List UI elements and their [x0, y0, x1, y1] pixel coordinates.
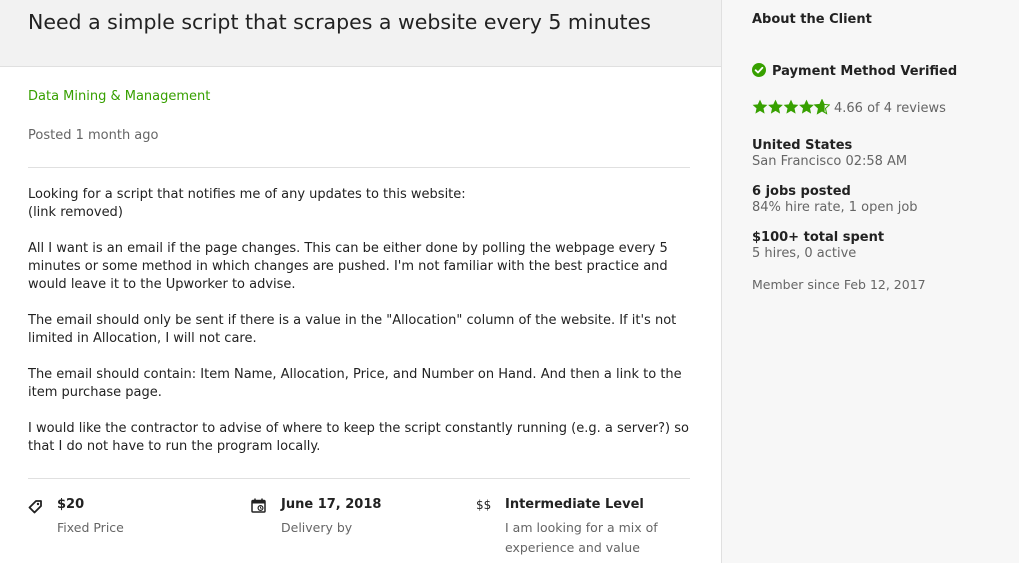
job-title: Need a simple script that scrapes a webs… [28, 10, 651, 34]
posted-date: Posted 1 month ago [28, 128, 159, 143]
title-bar: Need a simple script that scrapes a webs… [0, 0, 721, 67]
check-circle-icon [752, 62, 766, 81]
dollar-signs-icon: $$ [476, 498, 492, 512]
client-sidebar: About the Client Payment Method Verified [721, 0, 1019, 563]
payment-verified-label: Payment Method Verified [772, 64, 958, 79]
client-rating: 4.66 of 4 reviews [752, 97, 946, 119]
client-location: United States San Francisco 02:58 AM [752, 138, 907, 169]
client-country: United States [752, 138, 853, 153]
divider [28, 478, 690, 479]
delivery-date: June 17, 2018 [281, 497, 382, 512]
star-rating [752, 97, 831, 119]
rating-text: 4.66 of 4 reviews [834, 101, 946, 116]
client-jobs: 6 jobs posted 84% hire rate, 1 open job [752, 184, 918, 215]
divider [28, 167, 690, 168]
job-details-panel: Need a simple script that scrapes a webs… [0, 0, 721, 563]
price-tag-icon [28, 499, 42, 518]
total-spent: $100+ total spent [752, 230, 885, 245]
about-client-heading: About the Client [752, 12, 872, 27]
experience-level-description: I am looking for a mix of experience and… [505, 520, 658, 555]
star-half-icon [813, 97, 831, 115]
payment-verified: Payment Method Verified [752, 61, 957, 81]
experience-level: Intermediate Level [505, 497, 644, 512]
description-paragraph: I would like the contractor to advise of… [28, 421, 689, 454]
description-paragraph: All I want is an email if the page chang… [28, 241, 668, 292]
description-paragraph: Looking for a script that notifies me of… [28, 187, 466, 220]
delivery-label: Delivery by [281, 520, 353, 535]
hire-rate: 84% hire rate, 1 open job [752, 200, 918, 215]
star-icon [752, 99, 768, 114]
description-paragraph: The email should only be sent if there i… [28, 313, 677, 346]
star-icon [783, 99, 799, 114]
client-city-time: San Francisco 02:58 AM [752, 154, 908, 169]
star-icon [768, 99, 783, 114]
calendar-icon [251, 498, 266, 517]
member-since: Member since Feb 12, 2017 [752, 277, 926, 292]
hires-active: 5 hires, 0 active [752, 246, 857, 261]
description-paragraph: The email should contain: Item Name, All… [28, 367, 682, 400]
price-value: $20 [57, 497, 85, 512]
job-description: Looking for a script that notifies me of… [28, 186, 693, 456]
star-icon [799, 99, 814, 114]
price-label: Fixed Price [57, 520, 124, 535]
job-category: Data Mining & Management [28, 89, 211, 104]
jobs-posted: 6 jobs posted [752, 184, 851, 199]
client-spent: $100+ total spent 5 hires, 0 active [752, 230, 884, 261]
